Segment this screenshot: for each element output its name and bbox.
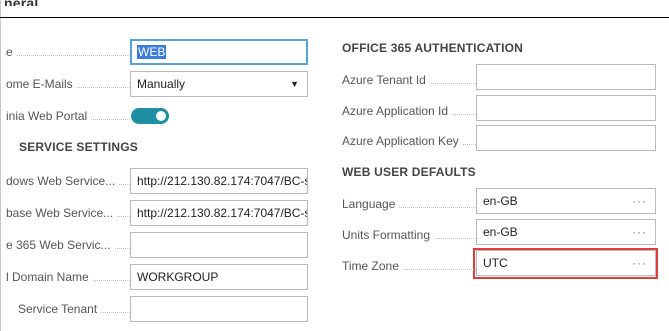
section-title: neral xyxy=(4,0,38,6)
label-units-formatting-text: Units Formatting xyxy=(342,228,435,242)
database-web-service-value: http://212.130.82.174:7047/BC-ser xyxy=(137,206,308,220)
label-code-text: e xyxy=(6,45,17,59)
label-database-web-service-text: base Web Service... xyxy=(6,206,118,220)
azure-application-key-input[interactable] xyxy=(476,125,656,151)
emails-select-value: Manually xyxy=(137,77,186,91)
office365-auth-heading: OFFICE 365 AUTHENTICATION xyxy=(342,41,524,55)
label-web-portal: inia Web Portal xyxy=(6,108,130,124)
label-azure-application-id: Azure Application Id xyxy=(342,103,476,119)
label-emails-text: ome E-Mails xyxy=(6,77,77,91)
label-time-zone: Time Zone xyxy=(342,258,476,274)
label-code: e xyxy=(6,44,130,60)
label-time-zone-text: Time Zone xyxy=(342,259,403,273)
database-web-service-input[interactable]: http://212.130.82.174:7047/BC-ser xyxy=(130,200,308,226)
azure-tenant-id-input[interactable] xyxy=(476,64,656,90)
label-azure-tenant-id: Azure Tenant Id xyxy=(342,72,476,88)
label-domain-name: l Domain Name xyxy=(6,269,130,285)
language-value: en-GB xyxy=(483,194,518,208)
label-office365-web-service-text: e 365 Web Servic... xyxy=(6,238,115,252)
label-language: Language xyxy=(342,196,476,212)
label-service-tenant: Service Tenant xyxy=(6,301,130,317)
chevron-down-icon: ▼ xyxy=(290,79,299,89)
units-formatting-value: en-GB xyxy=(483,225,518,239)
section-divider xyxy=(0,17,669,18)
web-user-defaults-heading: WEB USER DEFAULTS xyxy=(342,165,476,179)
windows-web-service-input[interactable]: http://212.130.82.174:7047/BC-ser xyxy=(130,168,308,194)
label-windows-web-service: dows Web Service... xyxy=(6,173,130,189)
units-formatting-lookup[interactable]: en-GB ··· xyxy=(476,219,656,245)
label-emails: ome E-Mails xyxy=(6,76,130,92)
label-azure-application-key: Azure Application Key xyxy=(342,133,476,149)
office365-web-service-input[interactable] xyxy=(130,232,308,258)
label-web-portal-text: inia Web Portal xyxy=(6,109,92,123)
code-input[interactable]: WEB xyxy=(130,39,308,65)
time-zone-highlight-box xyxy=(473,248,658,279)
service-settings-heading: SERVICE SETTINGS xyxy=(19,140,139,154)
toggle-knob xyxy=(156,111,166,121)
web-portal-toggle[interactable] xyxy=(131,108,169,124)
label-domain-name-text: l Domain Name xyxy=(6,270,93,284)
language-lookup[interactable]: en-GB ··· xyxy=(476,188,656,214)
label-language-text: Language xyxy=(342,197,400,211)
azure-application-id-input[interactable] xyxy=(476,95,656,121)
ellipsis-icon[interactable]: ··· xyxy=(632,189,647,213)
service-tenant-input[interactable] xyxy=(130,296,308,322)
leader-dots xyxy=(6,55,130,56)
windows-web-service-value: http://212.130.82.174:7047/BC-ser xyxy=(137,174,308,188)
label-service-tenant-text: Service Tenant xyxy=(6,302,102,316)
domain-name-value: WORKGROUP xyxy=(137,270,219,284)
label-office365-web-service: e 365 Web Servic... xyxy=(6,237,130,253)
label-azure-tenant-id-text: Azure Tenant Id xyxy=(342,73,430,87)
label-database-web-service: base Web Service... xyxy=(6,205,130,221)
ellipsis-icon[interactable]: ··· xyxy=(632,220,647,244)
label-azure-application-id-text: Azure Application Id xyxy=(342,104,453,118)
label-windows-web-service-text: dows Web Service... xyxy=(6,174,120,188)
emails-select[interactable]: Manually ▼ xyxy=(130,71,308,97)
label-units-formatting: Units Formatting xyxy=(342,227,476,243)
label-azure-application-key-text: Azure Application Key xyxy=(342,134,463,148)
code-input-value: WEB xyxy=(137,45,167,59)
domain-name-input[interactable]: WORKGROUP xyxy=(130,264,308,290)
